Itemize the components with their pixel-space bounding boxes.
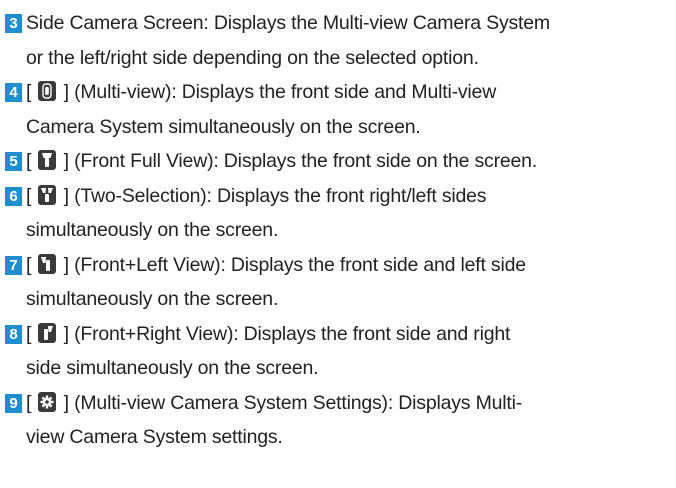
bracket-open: [ [26, 150, 32, 172]
item-text-line-1: Side Camera Screen: Displays the Multi-v… [26, 12, 550, 34]
manual-page: 3 Side Camera Screen: Displays the Multi… [0, 0, 676, 488]
item-text-line-1: (Front+Right View): Displays the front s… [74, 322, 511, 345]
item-number-badge: 3 [5, 14, 22, 33]
bracket-close: ] [63, 391, 69, 414]
front-full-view-icon [38, 150, 57, 170]
item-number-badge: 8 [5, 324, 22, 344]
bracket-close: ] [63, 150, 69, 172]
front-right-view-icon [38, 322, 57, 343]
item-text-line-2: simultaneously on the screen. [26, 288, 279, 310]
list-item-7: 7 [ ] (Front+Left View): Displays the fr… [5, 248, 676, 317]
item-text-line-2: simultaneously on the screen. [26, 219, 279, 241]
bracket-open: [ [26, 253, 32, 276]
item-text-line-2: Camera System simultaneously on the scre… [26, 115, 421, 138]
item-number-badge: 6 [5, 186, 22, 206]
list-item-5: 5 [ ] (Front Full View): Displays the fr… [5, 144, 676, 179]
item-text-line-1: (Multi-view Camera System Settings): Dis… [74, 391, 523, 414]
bracket-open: [ [26, 391, 32, 414]
bracket-close: ] [63, 184, 69, 207]
item-number-badge: 9 [5, 393, 22, 413]
item-number-badge: 4 [5, 83, 22, 102]
item-text-line-1: (Front Full View): Displays the front si… [74, 150, 538, 172]
settings-gear-icon [38, 391, 57, 412]
item-text-line-1: (Multi-view): Displays the front side an… [74, 81, 497, 103]
bracket-close: ] [63, 81, 69, 103]
item-number-badge: 7 [5, 255, 22, 275]
bracket-close: ] [63, 322, 69, 345]
item-text-line-2: or the left/right side depending on the … [26, 46, 479, 69]
bracket-open: [ [26, 184, 32, 207]
list-item-4: 4 [ ] (Multi-view): Displays the front s… [5, 75, 676, 144]
bracket-open: [ [26, 81, 32, 103]
list-item-9: 9 [] (Multi-view Camera System Settings… [5, 386, 676, 455]
bracket-open: [ [26, 322, 32, 345]
two-selection-icon [38, 184, 57, 205]
item-text-line-2: side simultaneously on the screen. [26, 357, 319, 379]
item-text-line-1: (Two-Selection): Displays the front righ… [74, 184, 487, 207]
list-item-3: 3 Side Camera Screen: Displays the Multi… [5, 6, 676, 75]
bracket-close: ] [63, 253, 69, 276]
front-left-view-icon [38, 253, 57, 274]
item-text-line-1: (Front+Left View): Displays the front si… [74, 253, 526, 276]
list-item-8: 8 [ ] (Front+Right View): Displays the f… [5, 317, 676, 386]
item-number-badge: 5 [5, 152, 22, 171]
multi-view-icon [38, 81, 57, 101]
list-item-6: 6 [ ] (Two-Selection): Displays the fron… [5, 179, 676, 248]
item-text-line-2: view Camera System settings. [26, 426, 283, 448]
